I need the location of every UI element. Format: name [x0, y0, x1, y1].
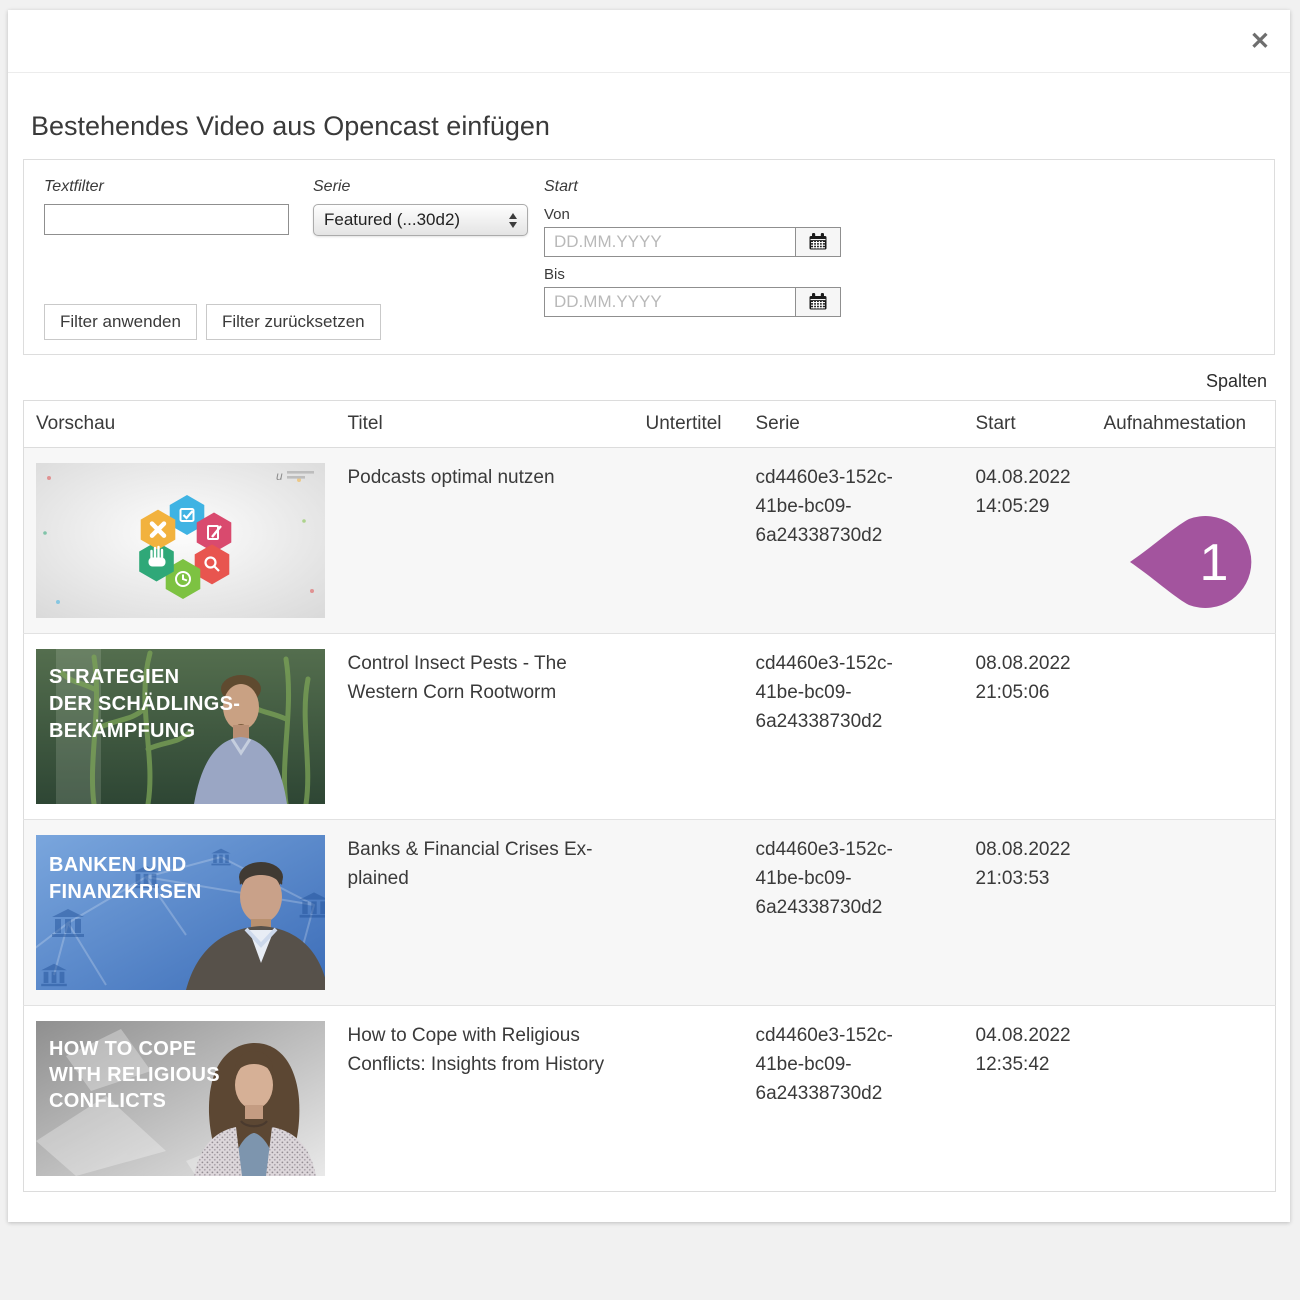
thumb-caption-line: FINANZKRISEN: [49, 881, 202, 903]
video-thumbnail-conflicts: HOW TO COPE WITH RELIGIOUS CONFLICTS: [36, 1021, 325, 1176]
serie-select-value: Featured (...30d2): [324, 210, 460, 230]
header-titel[interactable]: Titel: [336, 401, 634, 448]
svg-text:u: u: [276, 469, 283, 483]
header-start[interactable]: Start: [964, 401, 1092, 448]
video-thumbnail-banks: BANKEN UND FINANZKRISEN: [36, 835, 325, 990]
thumb-caption-line: BANKEN UND: [49, 854, 186, 876]
video-title: How to Cope with Religious Conflicts: In…: [348, 1021, 628, 1079]
header-vorschau[interactable]: Vorschau: [24, 401, 336, 448]
video-serie: cd4460e3-152c-41be-bc09-6a24338730d2: [756, 463, 916, 550]
video-title: Banks & Financial Crises Ex­plained: [348, 835, 628, 893]
video-serie: cd4460e3-152c-41be-bc09-6a24338730d2: [756, 835, 916, 922]
close-icon[interactable]: ✕: [1248, 28, 1272, 56]
table-row-podcasts[interactable]: u: [24, 448, 1276, 634]
header-untertitel[interactable]: Untertitel: [634, 401, 744, 448]
thumb-caption-line: BEKÄMPFUNG: [49, 719, 195, 742]
video-table: Vorschau Titel Untertitel Serie Start Au…: [23, 400, 1276, 1192]
page-background: ✕ Bestehendes Video aus Opencast einfüge…: [0, 0, 1300, 1300]
serie-select[interactable]: Featured (...30d2): [313, 204, 528, 236]
thumb-caption-line: HOW TO COPE: [49, 1038, 196, 1060]
bis-label: Bis: [544, 266, 841, 283]
annotation-marker-1: 1: [1126, 506, 1258, 618]
columns-toggle[interactable]: Spalten: [23, 371, 1267, 392]
video-start: 08.08.2022 21:03:53: [976, 835, 1088, 893]
table-header-row: Vorschau Titel Untertitel Serie Start Au…: [24, 401, 1276, 448]
start-filter-label: Start: [544, 178, 841, 196]
textfilter-label: Textfilter: [44, 178, 313, 196]
bis-calendar-button[interactable]: [795, 287, 841, 317]
start-von-field: [544, 227, 841, 257]
table-row-insect-pests[interactable]: STRATEGIEN DER SCHÄDLINGS- BEKÄMPFUNG Co…: [24, 634, 1276, 820]
annotation-marker-shape: [1130, 516, 1251, 608]
annotation-marker-label: 1: [1200, 534, 1229, 592]
textfilter-input[interactable]: [44, 204, 289, 235]
calendar-icon: [808, 292, 828, 312]
opencast-insert-dialog: ✕ Bestehendes Video aus Opencast einfüge…: [8, 10, 1290, 1222]
video-thumbnail-hexagons: u: [36, 463, 325, 618]
dialog-header: ✕: [8, 10, 1290, 73]
table-row-religious-conflicts[interactable]: HOW TO COPE WITH RELIGIOUS CONFLICTS How…: [24, 1006, 1276, 1192]
header-aufnahmestation[interactable]: Aufnahmestation: [1092, 401, 1276, 448]
video-title: Podcasts optimal nutzen: [348, 463, 628, 492]
thumb-caption-line: STRATEGIEN: [49, 666, 179, 688]
table-row-banks[interactable]: BANKEN UND FINANZKRISEN Banks & Financia…: [24, 820, 1276, 1006]
start-bis-field: [544, 287, 841, 317]
apply-filter-button[interactable]: Filter anwenden: [44, 304, 197, 340]
calendar-icon: [808, 232, 828, 252]
thumb-caption-line: DER SCHÄDLINGS-: [49, 692, 240, 715]
von-label: Von: [544, 206, 841, 223]
start-bis-input[interactable]: [544, 287, 796, 317]
filter-panel: Textfilter Serie Featured (...30d2) Star…: [23, 159, 1275, 355]
video-start: 04.08.2022 14:05:29: [976, 463, 1088, 521]
reset-filter-button[interactable]: Filter zurücksetzen: [206, 304, 381, 340]
von-calendar-button[interactable]: [795, 227, 841, 257]
thumb-caption-line: CONFLICTS: [49, 1090, 166, 1112]
header-serie[interactable]: Serie: [744, 401, 964, 448]
video-thumbnail-cornfield: STRATEGIEN DER SCHÄDLINGS- BEKÄMPFUNG: [36, 649, 325, 804]
start-von-input[interactable]: [544, 227, 796, 257]
serie-label: Serie: [313, 178, 544, 196]
video-serie: cd4460e3-152c-41be-bc09-6a24338730d2: [756, 1021, 916, 1108]
video-start: 04.08.2022 12:35:42: [976, 1021, 1088, 1079]
video-start: 08.08.2022 21:05:06: [976, 649, 1088, 707]
page-title: Bestehendes Video aus Opencast einfügen: [31, 109, 1267, 143]
dialog-body: Bestehendes Video aus Opencast einfügen …: [8, 109, 1290, 1200]
select-arrows-icon: [509, 213, 517, 228]
thumb-caption-line: WITH RELIGIOUS: [49, 1064, 220, 1086]
video-serie: cd4460e3-152c-41be-bc09-6a24338730d2: [756, 649, 916, 736]
video-title: Control Insect Pests - The Western Corn …: [348, 649, 628, 707]
